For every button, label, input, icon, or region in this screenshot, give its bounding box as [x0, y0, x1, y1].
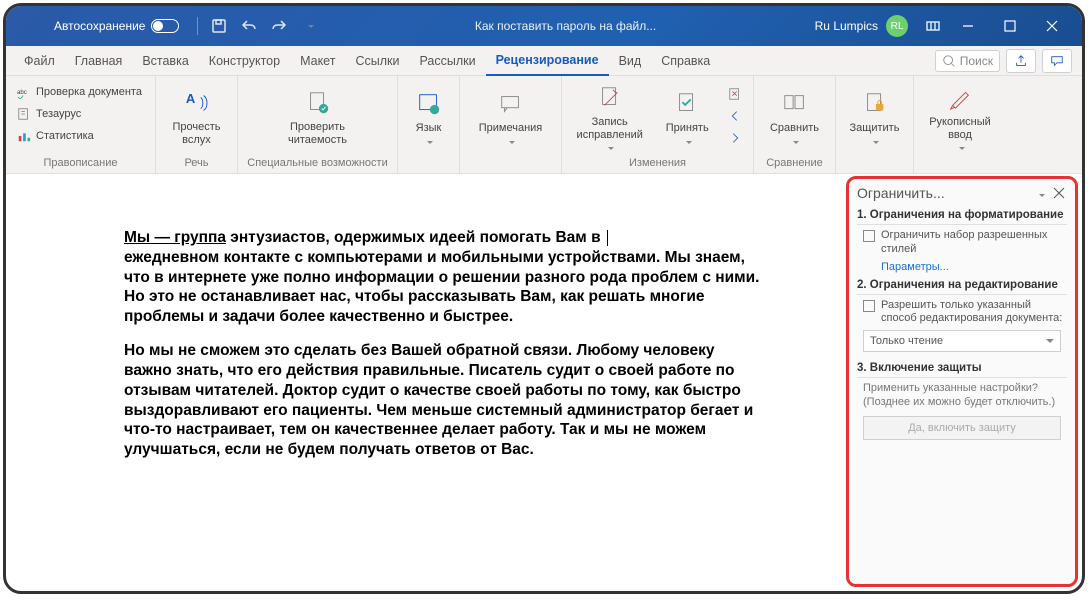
group-accessibility-title: Специальные возможности	[244, 155, 391, 169]
group-speech-title: Речь	[162, 155, 231, 169]
track-changes-icon	[596, 84, 624, 112]
accept-icon	[673, 90, 701, 118]
next-change-button[interactable]	[723, 128, 747, 148]
read-aloud-icon: A	[183, 89, 211, 117]
pane-close-button[interactable]	[1053, 186, 1067, 200]
maximize-button[interactable]	[990, 12, 1030, 40]
group-tracking-title: Изменения	[568, 155, 747, 169]
accessibility-icon	[304, 89, 332, 117]
close-button[interactable]	[1032, 12, 1072, 40]
search-icon	[942, 54, 956, 68]
next-icon	[727, 130, 743, 146]
compare-icon	[781, 90, 809, 118]
checkbox-icon	[863, 300, 875, 312]
share-button[interactable]	[1006, 49, 1036, 73]
protect-button[interactable]: Защитить	[842, 80, 907, 155]
prev-icon	[727, 108, 743, 124]
section-2-title: 2. Ограничения на редактирование	[857, 279, 1067, 295]
autosave-label: Автосохранение	[54, 19, 145, 33]
save-icon[interactable]	[209, 16, 229, 36]
section-3-description: Применить указанные настройки? (Позднее …	[863, 382, 1061, 410]
ribbon-options-icon[interactable]	[923, 16, 943, 36]
checkbox-icon	[863, 230, 875, 242]
username-label: Ru Lumpics	[815, 19, 878, 33]
check-icon: abc	[16, 84, 32, 100]
comments-menu-button[interactable]: Примечания	[466, 80, 555, 155]
document-title: Как поставить пароль на файл...	[324, 19, 806, 33]
svg-text:abc: abc	[17, 89, 27, 96]
tab-help[interactable]: Справка	[651, 46, 720, 76]
tab-review[interactable]: Рецензирование	[486, 46, 609, 76]
tab-layout[interactable]: Макет	[290, 46, 345, 76]
track-changes-button[interactable]: Запись исправлений	[568, 80, 651, 155]
reject-button[interactable]	[723, 84, 747, 104]
thesaurus-icon	[16, 106, 32, 122]
group-proofing-title: Правописание	[12, 155, 149, 169]
ribbon: abcПроверка документа Тезаурус Статистик…	[6, 76, 1082, 174]
document-body[interactable]: Мы — группа энтузиастов, одержимых идеей…	[6, 174, 846, 591]
paragraph-2: Но мы не сможем это сделать без Вашей об…	[124, 341, 766, 460]
ink-button[interactable]: Рукописный ввод	[920, 80, 1000, 155]
thesaurus-button[interactable]: Тезаурус	[12, 104, 146, 124]
avatar[interactable]: RL	[886, 15, 908, 37]
pane-title: Ограничить...	[857, 185, 945, 201]
titlebar: Автосохранение Как поставить пароль на ф…	[6, 6, 1082, 46]
read-aloud-button[interactable]: A Прочесть вслух	[162, 80, 231, 155]
minimize-button[interactable]	[948, 12, 988, 40]
restrict-styles-checkbox[interactable]: Ограничить набор разрешенных стилей	[863, 229, 1067, 257]
tab-insert[interactable]: Вставка	[132, 46, 198, 76]
undo-icon[interactable]	[239, 16, 259, 36]
search-placeholder: Поиск	[960, 54, 993, 68]
enable-protection-button[interactable]: Да, включить защиту	[863, 416, 1061, 440]
section-3-title: 3. Включение защиты	[857, 362, 1067, 378]
lock-icon	[861, 90, 889, 118]
check-document-button[interactable]: abcПроверка документа	[12, 82, 146, 102]
tab-home[interactable]: Главная	[65, 46, 133, 76]
ink-icon	[946, 84, 974, 112]
restrict-editing-pane: Ограничить... 1. Ограничения на форматир…	[846, 176, 1078, 587]
comments-icon	[497, 90, 525, 118]
language-icon	[415, 90, 443, 118]
ribbon-tabs: Файл Главная Вставка Конструктор Макет С…	[6, 46, 1082, 76]
tab-view[interactable]: Вид	[609, 46, 652, 76]
restrict-editing-checkbox[interactable]: Разрешить только указанный способ редакт…	[863, 299, 1067, 327]
language-button[interactable]: Язык	[404, 80, 453, 155]
settings-link[interactable]: Параметры...	[881, 261, 1067, 273]
accept-button[interactable]: Принять	[655, 80, 719, 155]
qat-more-icon[interactable]	[299, 16, 319, 36]
tab-references[interactable]: Ссылки	[345, 46, 409, 76]
tab-mailings[interactable]: Рассылки	[409, 46, 485, 76]
redo-icon[interactable]	[269, 16, 289, 36]
paragraph-1: Мы — группа энтузиастов, одержимых идеей…	[124, 228, 766, 327]
stats-icon	[16, 128, 32, 144]
tab-design[interactable]: Конструктор	[199, 46, 290, 76]
check-accessibility-button[interactable]: Проверить читаемость	[270, 80, 366, 155]
reject-icon	[727, 86, 743, 102]
compare-button[interactable]: Сравнить	[760, 80, 829, 155]
svg-text:A: A	[185, 91, 195, 106]
group-compare-title: Сравнение	[760, 155, 829, 169]
pane-menu-icon[interactable]	[1036, 185, 1045, 201]
comments-button[interactable]	[1042, 49, 1072, 73]
prev-change-button[interactable]	[723, 106, 747, 126]
editing-mode-select[interactable]: Только чтение	[863, 330, 1061, 352]
section-1-title: 1. Ограничения на форматирование	[857, 209, 1067, 225]
tab-file[interactable]: Файл	[14, 46, 65, 76]
statistics-button[interactable]: Статистика	[12, 126, 146, 146]
autosave-toggle[interactable]	[151, 19, 179, 33]
search-input[interactable]: Поиск	[935, 50, 1000, 72]
